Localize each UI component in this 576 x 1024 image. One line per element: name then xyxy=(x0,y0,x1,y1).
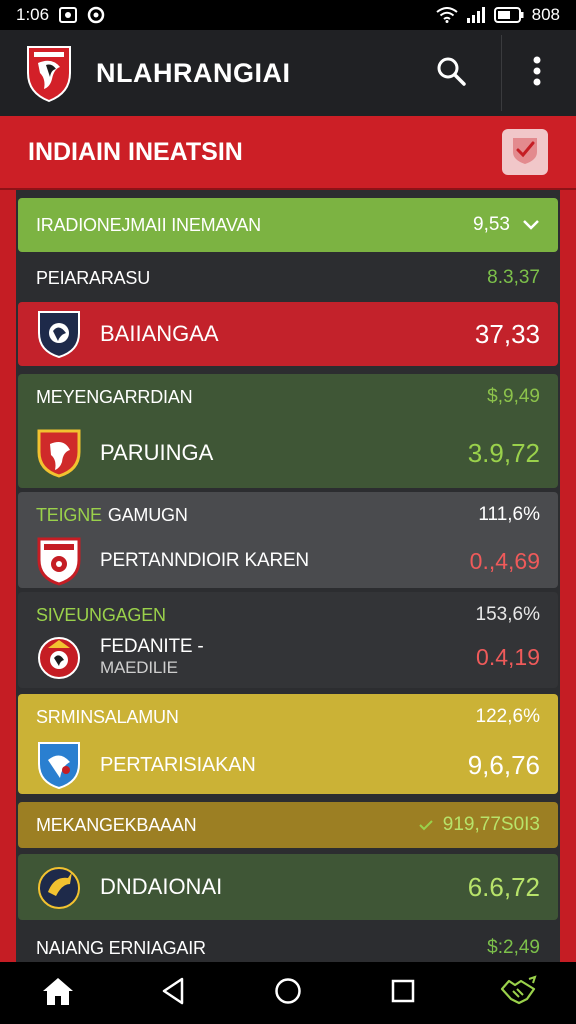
list-row-4[interactable]: MEYENGARRDIAN $,9,49 PARUINGA 3.9,72 xyxy=(18,374,558,488)
row-big-value: 9,6,76 xyxy=(467,749,540,780)
row-label: SIVEUNGAGEN xyxy=(36,604,166,625)
back-icon xyxy=(160,977,186,1010)
row-big-value: 3.9,72 xyxy=(467,437,540,468)
row-label: NAIANG ERNIAGAIR xyxy=(36,937,206,958)
row-value: 8.3,37 xyxy=(487,267,540,288)
row-value: $:2,49 xyxy=(487,937,540,958)
navigation-bar xyxy=(0,962,576,1024)
circle-home-icon xyxy=(274,977,302,1010)
more-vert-icon xyxy=(533,56,541,91)
row-label: GAMUGN xyxy=(107,504,188,525)
row-label-highlight: TEIGNE xyxy=(36,504,102,525)
row-name: BAIIANGAA xyxy=(100,321,219,346)
signal-icon xyxy=(466,7,486,23)
recent-apps-icon xyxy=(391,979,415,1008)
row-name: PARUINGA xyxy=(100,440,214,465)
section-header: INDIAIN INEATSIN xyxy=(0,116,576,190)
app-bar-divider xyxy=(501,35,502,111)
row-label: SRMINSALAMUN xyxy=(36,706,179,727)
sync-notification-icon xyxy=(87,6,105,24)
status-time: 1:06 xyxy=(16,5,50,24)
chevron-down-icon[interactable] xyxy=(522,219,540,231)
app-bar: NLAHRANGIAI xyxy=(0,30,576,116)
battery-text: 808 xyxy=(531,5,560,24)
list-row-8[interactable]: MEKANGEKBAAAN 919,77S0I3 xyxy=(18,802,558,848)
team-emblem-icon xyxy=(36,309,82,359)
list-row-2[interactable]: PEIARARASU 8.3,37 xyxy=(18,256,558,300)
row-value: 37,33 xyxy=(474,318,540,349)
nav-back-button[interactable] xyxy=(148,968,198,1018)
row-label: IRADIONEJMAII INEMAVAN xyxy=(36,214,261,235)
list-row-9[interactable]: DNDAIONAI 6.6,72 xyxy=(18,854,558,920)
team-emblem-icon xyxy=(36,862,82,912)
home-icon xyxy=(41,976,75,1011)
nav-handshake-button[interactable] xyxy=(493,968,543,1018)
row-label: MEYENGARRDIAN xyxy=(36,386,193,407)
nav-home-button[interactable] xyxy=(33,968,83,1018)
section-title: INDIAIN INEATSIN xyxy=(28,137,243,166)
list-row-7[interactable]: SRMINSALAMUN 122,6% PERTARISIAKAN 9,6,76 xyxy=(18,694,558,794)
row-name-sub: MAEDILIE xyxy=(100,658,178,677)
check-badge-icon xyxy=(509,134,541,171)
row-value: $,9,49 xyxy=(487,386,540,407)
row-big-value: 6.6,72 xyxy=(467,871,540,902)
row-value: 9,53 xyxy=(473,214,510,235)
list-row-6[interactable]: SIVEUNGAGEN 153,6% FEDANITE - MAEDILIE 0… xyxy=(18,592,558,688)
row-big-value: 0.4,19 xyxy=(476,643,540,670)
handshake-icon xyxy=(499,974,537,1012)
team-emblem-icon xyxy=(36,632,82,682)
row-value: 153,6% xyxy=(475,604,540,625)
row-value: 122,6% xyxy=(475,706,540,727)
row-big-value: 0.,4,69 xyxy=(469,547,540,574)
wifi-icon xyxy=(436,7,458,23)
row-value: 111,6% xyxy=(478,504,540,525)
nav-recent-apps-button[interactable] xyxy=(378,968,428,1018)
search-button[interactable] xyxy=(431,53,471,93)
app-title: NLAHRANGIAI xyxy=(96,57,291,88)
team-emblem-icon xyxy=(36,740,82,790)
battery-icon xyxy=(493,7,524,23)
check-icon xyxy=(419,819,433,831)
app-logo xyxy=(24,43,74,103)
row-value: 919,77S0I3 xyxy=(442,814,540,835)
row-name: PERTARISIAKAN xyxy=(100,753,256,776)
more-options-button[interactable] xyxy=(522,53,552,93)
row-label: MEKANGEKBAAAN xyxy=(36,814,197,835)
row-name: PERTANNDIOIR KAREN xyxy=(100,550,309,571)
list-row-10[interactable]: NAIANG ERNIAGAIR $:2,49 xyxy=(18,928,558,962)
list-row-5[interactable]: TEIGNE GAMUGN 111,6% PERTANNDIOIR KAREN … xyxy=(18,492,558,588)
row-label: PEIARARASU xyxy=(36,267,151,288)
team-emblem-icon xyxy=(36,536,82,586)
row-name: DNDAIONAI xyxy=(100,874,223,899)
nav-circle-home-button[interactable] xyxy=(263,968,313,1018)
photo-notification-icon xyxy=(59,7,78,23)
list-row-1[interactable]: IRADIONEJMAII INEMAVAN 9,53 xyxy=(18,198,558,252)
team-emblem-icon xyxy=(36,428,82,478)
section-badge-button[interactable] xyxy=(502,129,548,175)
search-icon xyxy=(436,56,466,91)
row-name: FEDANITE - xyxy=(100,636,204,657)
content-area: IRADIONEJMAII INEMAVAN 9,53 PEIARARASU 8… xyxy=(0,190,576,962)
list-row-3[interactable]: BAIIANGAA 37,33 xyxy=(18,302,558,366)
status-bar: 1:06 808 xyxy=(0,0,576,30)
